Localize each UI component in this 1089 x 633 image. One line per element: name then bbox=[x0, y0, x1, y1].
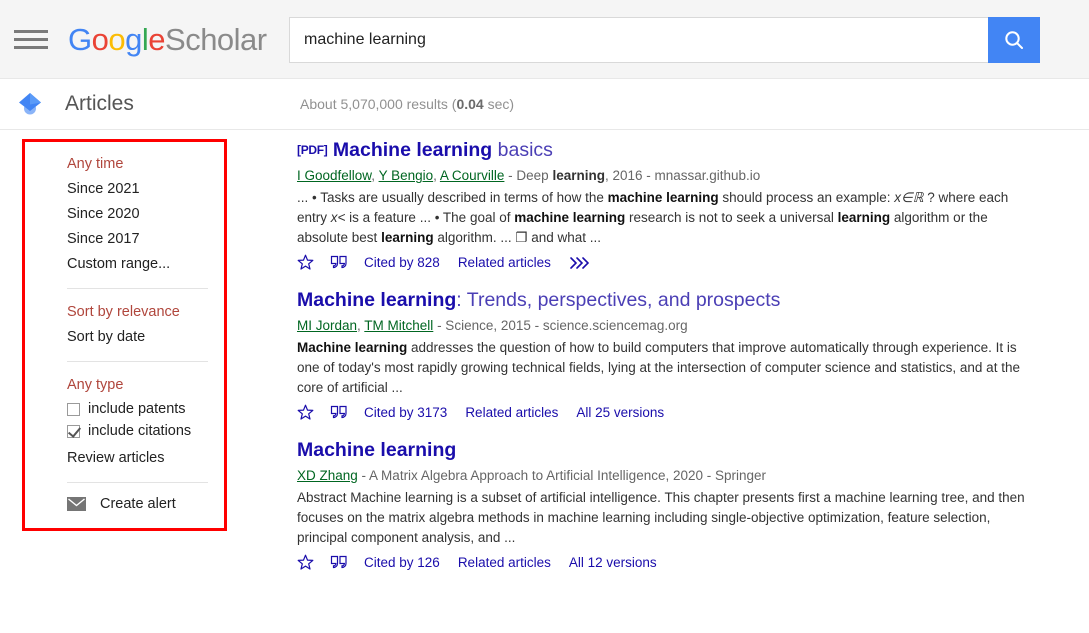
sidebar-divider bbox=[67, 482, 208, 483]
logo-letter-g: G bbox=[68, 21, 92, 57]
result-snippet: Abstract Machine learning is a subset of… bbox=[297, 490, 1025, 545]
cite-button[interactable] bbox=[330, 555, 348, 571]
checkbox-label: include patents bbox=[88, 401, 186, 417]
checkbox-checked-icon[interactable] bbox=[67, 424, 80, 438]
cite-button[interactable] bbox=[330, 255, 348, 271]
logo-letter-g2: g bbox=[125, 21, 142, 57]
result-title[interactable]: Machine learning bbox=[297, 438, 1042, 463]
save-star-button[interactable] bbox=[297, 254, 314, 271]
create-alert-label: Create alert bbox=[100, 496, 176, 512]
result-author-link[interactable]: MI Jordan bbox=[297, 318, 357, 333]
checkbox-label: include citations bbox=[88, 423, 192, 439]
result-meta: MI Jordan, TM Mitchell - Science, 2015 -… bbox=[297, 318, 688, 333]
result-actions: Cited by 3173 Related articles All 25 vers… bbox=[297, 404, 1042, 421]
related-articles-link[interactable]: Related articles bbox=[465, 405, 558, 420]
search-icon bbox=[1005, 31, 1023, 49]
quote-icon bbox=[330, 405, 347, 418]
results-count-suffix: sec) bbox=[483, 96, 515, 112]
sidebar-item-time-2[interactable]: Since 2020 bbox=[25, 202, 224, 227]
more-options-button[interactable] bbox=[569, 256, 589, 270]
sidebar-item-time-0[interactable]: Any time bbox=[25, 152, 224, 177]
related-articles-link[interactable]: Related articles bbox=[458, 255, 551, 270]
page-content: Any time Since 2021 Since 2020 Since 2017 Cu… bbox=[0, 130, 1089, 588]
page-header: GoogleScholar bbox=[0, 0, 1089, 79]
sidebar-item-time-3[interactable]: Since 2017 bbox=[25, 227, 224, 252]
result-author-link[interactable]: I Goodfellow bbox=[297, 168, 371, 183]
results-count-prefix: About 5,070,000 results ( bbox=[300, 96, 457, 112]
quote-icon bbox=[330, 255, 347, 268]
star-icon bbox=[297, 554, 314, 570]
hamburger-bar bbox=[14, 29, 48, 33]
result-meta: XD Zhang - A Matrix Algebra Approach to … bbox=[297, 468, 767, 483]
result-author-link[interactable]: XD Zhang bbox=[297, 468, 358, 483]
result-snippet: Machine learning addresses the question … bbox=[297, 340, 1020, 395]
create-alert-button[interactable]: Create alert bbox=[25, 494, 224, 514]
logo-letter-e: e bbox=[148, 21, 166, 57]
cited-by-link[interactable]: Cited by 3173 bbox=[364, 405, 447, 420]
graduation-cap-icon bbox=[19, 93, 41, 115]
result-author-link[interactable]: TM Mitchell bbox=[364, 318, 433, 333]
sidebar-item-time-4[interactable]: Custom range... bbox=[25, 252, 224, 277]
result-format-tag: [PDF] bbox=[297, 143, 328, 157]
hamburger-menu-icon[interactable] bbox=[14, 26, 48, 52]
double-chevron-icon bbox=[570, 256, 589, 269]
search-result: Machine learning: Trends, perspectives, … bbox=[297, 288, 1042, 421]
sidebar-divider bbox=[67, 361, 208, 362]
result-title-link[interactable]: Machine learning: Trends, perspectives, … bbox=[297, 289, 780, 311]
google-scholar-logo[interactable]: GoogleScholar bbox=[68, 24, 267, 55]
sidebar-item-time-1[interactable]: Since 2021 bbox=[25, 177, 224, 202]
result-title-link[interactable]: Machine learning bbox=[297, 439, 456, 461]
sidebar-item-any-type[interactable]: Any type bbox=[25, 373, 224, 398]
time-filter-group: Any time Since 2021 Since 2020 Since 2017 Cu… bbox=[25, 152, 224, 277]
logo-letter-o2: o bbox=[108, 21, 126, 57]
star-icon bbox=[297, 404, 314, 420]
type-filter-group: Any type include patents include citation… bbox=[25, 373, 224, 471]
save-star-button[interactable] bbox=[297, 554, 314, 571]
sidebar-checkbox-1[interactable]: include citations bbox=[25, 420, 224, 442]
result-actions: Cited by 126 Related articles All 12 versi… bbox=[297, 554, 1042, 571]
sidebar-divider bbox=[67, 288, 208, 289]
related-articles-link[interactable]: Related articles bbox=[458, 555, 551, 570]
quote-icon bbox=[330, 555, 347, 568]
result-title-link[interactable]: Machine learning basics bbox=[333, 139, 553, 161]
sidebar-item-sort-1[interactable]: Sort by date bbox=[25, 325, 224, 350]
result-author-link[interactable]: A Courville bbox=[440, 168, 505, 183]
results-count: About 5,070,000 results (0.04 sec) bbox=[300, 96, 514, 112]
filters-sidebar: Any time Since 2021 Since 2020 Since 2017 Cu… bbox=[22, 139, 227, 531]
hamburger-bar bbox=[14, 45, 48, 49]
type-checkbox-group: include patents include citations bbox=[25, 398, 224, 442]
envelope-icon bbox=[67, 497, 86, 511]
sidebar-item-review-articles[interactable]: Review articles bbox=[25, 442, 224, 471]
result-actions: Cited by 828 Related articles bbox=[297, 254, 1042, 271]
search-results-list: [PDF] Machine learning basics I Goodfello… bbox=[297, 138, 1042, 588]
cited-by-link[interactable]: Cited by 126 bbox=[364, 555, 440, 570]
sidebar-checkbox-0[interactable]: include patents bbox=[25, 398, 224, 420]
cite-button[interactable] bbox=[330, 405, 348, 421]
logo-word-scholar: Scholar bbox=[165, 21, 267, 57]
save-star-button[interactable] bbox=[297, 404, 314, 421]
result-title[interactable]: [PDF] Machine learning basics bbox=[297, 138, 1042, 163]
sidebar-item-sort-0[interactable]: Sort by relevance bbox=[25, 300, 224, 325]
result-author-link[interactable]: Y Bengio bbox=[379, 168, 434, 183]
all-versions-link[interactable]: All 25 versions bbox=[576, 405, 664, 420]
search-result: Machine learning XD Zhang - A Matrix Alge… bbox=[297, 438, 1042, 571]
subheader: Articles About 5,070,000 results (0.04 s… bbox=[0, 79, 1089, 130]
star-icon bbox=[297, 254, 314, 270]
result-meta: I Goodfellow, Y Bengio, A Courville - De… bbox=[297, 168, 761, 183]
section-title: Articles bbox=[65, 92, 134, 115]
result-snippet: ... • Tasks are usually described in ter… bbox=[297, 190, 1009, 245]
checkbox-unchecked-icon[interactable] bbox=[67, 402, 80, 416]
results-count-time: 0.04 bbox=[456, 96, 484, 112]
search-result: [PDF] Machine learning basics I Goodfello… bbox=[297, 138, 1042, 271]
result-title[interactable]: Machine learning: Trends, perspectives, … bbox=[297, 288, 1042, 313]
search-input[interactable] bbox=[289, 17, 988, 63]
cited-by-link[interactable]: Cited by 828 bbox=[364, 255, 440, 270]
search-bar bbox=[289, 17, 1040, 63]
hamburger-bar bbox=[14, 37, 48, 41]
all-versions-link[interactable]: All 12 versions bbox=[569, 555, 657, 570]
search-button[interactable] bbox=[988, 17, 1040, 63]
logo-letter-o1: o bbox=[91, 21, 109, 57]
sort-filter-group: Sort by relevance Sort by date bbox=[25, 300, 224, 350]
